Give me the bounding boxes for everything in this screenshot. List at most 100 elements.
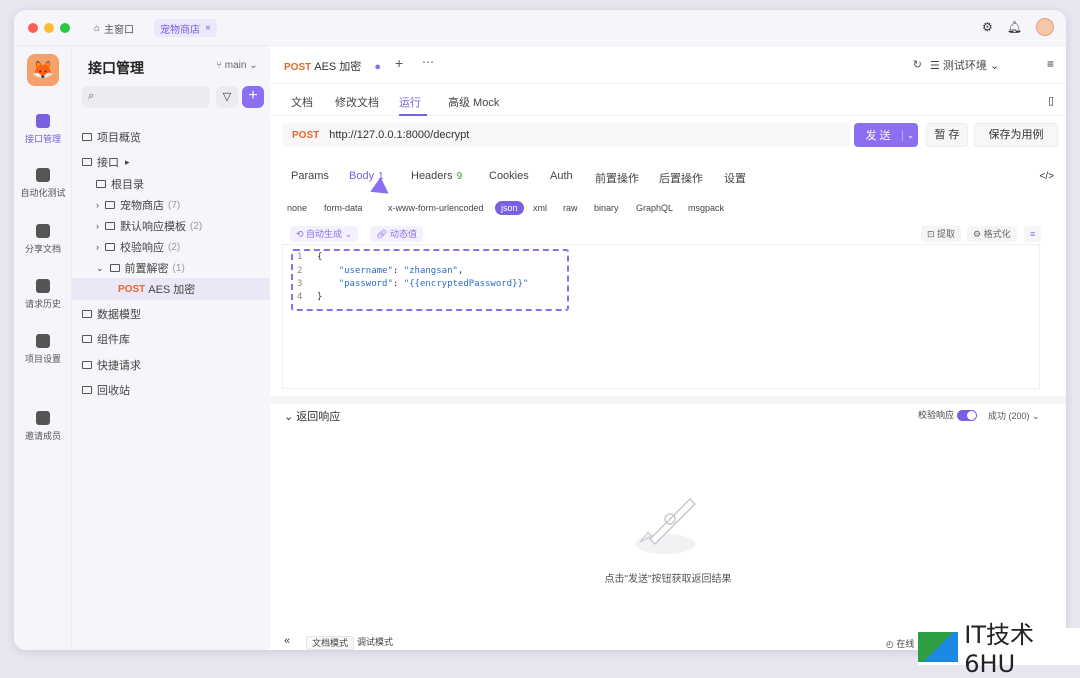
rail-item-automation[interactable]: 自动化测试 <box>14 168 72 199</box>
tab-doc[interactable]: 文档 <box>291 94 313 110</box>
tree-item-overview[interactable]: 项目概览 <box>72 126 270 148</box>
code-icon[interactable]: </> <box>1040 171 1054 182</box>
json-editor[interactable]: 1{ 2 "username": "zhangsan", 3 "password… <box>282 244 1040 389</box>
body-type-urlencoded[interactable]: x-www-form-urlencoded <box>388 201 484 215</box>
rail-item-share[interactable]: 分享文档 <box>14 224 72 255</box>
status-select[interactable]: 成功 (200) ⌄ <box>988 409 1040 422</box>
filter-button[interactable]: ▽ <box>216 86 238 108</box>
rail-item-api[interactable]: 接口管理 <box>14 114 72 145</box>
tree-item-trash[interactable]: 回收站 <box>72 379 270 401</box>
gear-icon[interactable]: ⚙ <box>982 20 993 34</box>
tree-item-root[interactable]: 根目录 <box>72 173 270 195</box>
tree-item-folder[interactable]: ⌄ 前置解密 (1) <box>72 257 270 279</box>
debug-mode-button[interactable]: 调试模式 <box>352 636 398 650</box>
panel-toggle-icon[interactable]: ▯ <box>1048 94 1054 107</box>
app-window: ⌂ 主窗口 宠物商店 × ⚙ 🔔︎ 🦊 接口管理 自动化测试 分享文档 请求历史… <box>14 10 1066 650</box>
validate-toggle[interactable] <box>956 410 977 422</box>
tab-edit-doc[interactable]: 修改文档 <box>335 94 379 110</box>
code-line: 1{ <box>297 252 323 262</box>
tab-post-ops[interactable]: 后置操作 <box>659 170 703 186</box>
url-bar[interactable]: POST http://127.0.0.1:8000/decrypt <box>282 123 850 147</box>
folder-icon <box>105 201 115 209</box>
tab-settings[interactable]: 设置 <box>724 170 746 186</box>
search-input[interactable]: ⌕ <box>82 86 210 108</box>
close-window-button[interactable] <box>28 23 38 33</box>
body-type-xml[interactable]: xml <box>533 201 547 215</box>
maximize-window-button[interactable] <box>60 23 70 33</box>
tree-item-models[interactable]: 数据模型 <box>72 303 270 325</box>
tab-run[interactable]: 运行 <box>399 94 427 116</box>
body-type-graphql[interactable]: GraphQL <box>636 201 673 215</box>
minimize-window-button[interactable] <box>44 23 54 33</box>
sub-tab-bar: 文档 修改文档 运行 高级 Mock ▯ <box>270 84 1066 116</box>
extract-button[interactable]: ⊡ 提取 <box>921 226 962 242</box>
filter-icon: ▽ <box>222 91 232 103</box>
body-type-form-data[interactable]: form-data <box>324 201 363 215</box>
rocket-illustration <box>635 497 697 554</box>
title-bar: ⌂ 主窗口 宠物商店 × ⚙ 🔔︎ <box>14 10 1066 46</box>
overview-icon <box>82 133 92 141</box>
watermark: IT技术6HU <box>918 621 1080 678</box>
more-icon[interactable]: ⋯ <box>422 55 434 69</box>
tab-mock[interactable]: 高级 Mock <box>448 94 499 110</box>
save-temp-button[interactable]: 暂 存 <box>926 123 968 147</box>
tab-pet-shop[interactable]: 宠物商店 × <box>154 19 217 37</box>
invite-icon <box>36 411 50 425</box>
send-button[interactable]: 发 送 ⌄ <box>854 123 918 147</box>
branch-select[interactable]: ⑂ main ⌄ <box>216 60 258 71</box>
response-header[interactable]: ⌄ 返回响应 <box>284 408 340 424</box>
model-icon <box>82 310 92 318</box>
body-type-raw[interactable]: raw <box>563 201 578 215</box>
tree-item-folder[interactable]: › 校验响应 (2) <box>72 236 270 258</box>
refresh-icon[interactable]: ↻ <box>913 58 922 71</box>
resize-divider[interactable] <box>270 396 1066 404</box>
save-case-button[interactable]: 保存为用例 <box>974 123 1058 147</box>
main-panel: POST AES 加密 ● + ⋯ ↻ ☰ 测试环境 ⌄ ≡ 文档 修改文档 运行… <box>270 46 1066 650</box>
tree-item-quick-request[interactable]: 快捷请求 <box>72 354 270 376</box>
rail-item-settings[interactable]: 项目设置 <box>14 334 72 365</box>
sidebar-title: 接口管理 <box>88 60 144 76</box>
validate-response: 校验响应 <box>918 408 977 422</box>
code-line: 4} <box>297 292 323 302</box>
trash-icon <box>82 386 92 394</box>
api-folder-icon <box>82 158 92 166</box>
bell-icon[interactable]: 🔔︎ <box>1007 20 1022 34</box>
body-type-json[interactable]: json <box>495 201 524 215</box>
chevron-down-icon[interactable]: ⌄ <box>902 129 918 141</box>
wrap-icon[interactable]: ≡ <box>1024 226 1042 242</box>
tab-auth[interactable]: Auth <box>550 170 573 182</box>
tree-item-folder[interactable]: › 宠物商店 (7) <box>72 194 270 216</box>
new-tab-button[interactable]: + <box>395 55 403 71</box>
avatar[interactable] <box>1036 18 1054 36</box>
tree-item-components[interactable]: 组件库 <box>72 328 270 350</box>
menu-icon[interactable]: ≡ <box>1047 57 1054 71</box>
left-rail: 🦊 接口管理 自动化测试 分享文档 请求历史 项目设置 邀请成员 <box>14 46 72 650</box>
doc-tab-aes[interactable]: POST AES 加密 ● <box>284 58 381 74</box>
body-type-none[interactable]: none <box>287 201 307 215</box>
tab-pre-ops[interactable]: 前置操作 <box>595 170 639 186</box>
format-button[interactable]: ⚙ 格式化 <box>967 226 1017 242</box>
tree-item-endpoint[interactable]: POST AES 加密 <box>72 278 270 300</box>
tab-home[interactable]: ⌂ 主窗口 <box>94 19 134 37</box>
folder-icon <box>96 180 106 188</box>
rail-item-history[interactable]: 请求历史 <box>14 279 72 310</box>
tab-params[interactable]: Params <box>291 170 329 182</box>
body-type-binary[interactable]: binary <box>594 201 619 215</box>
automation-icon <box>36 168 50 182</box>
tree-item-api[interactable]: 接口 ▸ <box>72 151 270 173</box>
collapse-icon[interactable]: « <box>284 635 290 647</box>
tab-headers[interactable]: Headers 9 <box>411 170 462 182</box>
url-input[interactable]: http://127.0.0.1:8000/decrypt <box>329 129 469 141</box>
doc-tab-bar: POST AES 加密 ● + ⋯ ↻ ☰ 测试环境 ⌄ ≡ <box>270 46 1066 84</box>
add-button[interactable]: + <box>242 86 264 108</box>
auto-generate-button[interactable]: ⟲ 自动生成 ⌄ <box>290 226 359 242</box>
close-tab-icon[interactable]: × <box>205 23 211 34</box>
rail-item-invite[interactable]: 邀请成员 <box>14 411 72 442</box>
env-select[interactable]: ☰ 测试环境 ⌄ <box>930 56 1026 76</box>
body-type-msgpack[interactable]: msgpack <box>688 201 724 215</box>
tree-item-folder[interactable]: › 默认响应模板 (2) <box>72 215 270 237</box>
tab-cookies[interactable]: Cookies <box>489 170 529 182</box>
doc-mode-button[interactable]: 文档模式 <box>306 636 355 650</box>
dynamic-value-button[interactable]: 🔗︎ 动态值 <box>370 226 423 242</box>
component-icon <box>82 335 92 343</box>
